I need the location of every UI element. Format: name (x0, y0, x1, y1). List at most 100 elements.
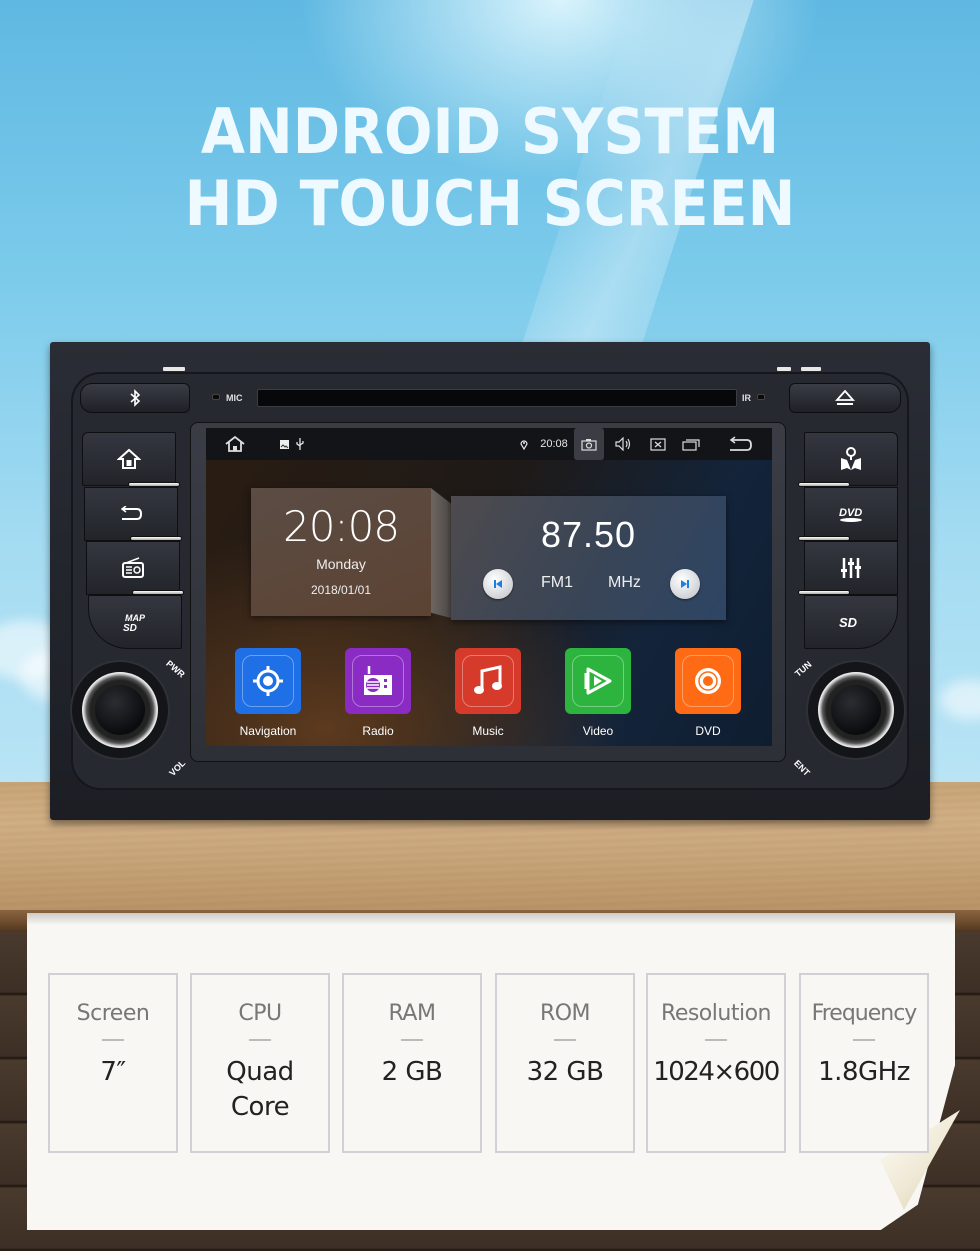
app-label: DVD (695, 724, 721, 738)
led-indicator (801, 367, 821, 371)
eject-icon (835, 390, 855, 405)
map-pin-icon (841, 447, 861, 470)
sd-icon: SD (839, 615, 858, 630)
spec-label: ROM (539, 1001, 591, 1026)
spec-value: 1024×600 (653, 1057, 780, 1087)
svg-text:DVD: DVD (839, 507, 862, 519)
image-icon (279, 439, 289, 449)
clock-widget[interactable]: 20:08 Monday 2018/01/01 (251, 488, 431, 616)
app-radio[interactable]: Radio (338, 648, 418, 738)
back-button[interactable] (84, 487, 178, 541)
touch-screen[interactable]: 20:08 20:08 Monday 2018/01/01 87.50 FM1 … (206, 428, 772, 746)
ir-label: IR (742, 393, 751, 403)
app-music[interactable]: Music (448, 648, 528, 738)
spec-label: Resolution (661, 1001, 771, 1026)
recent-apps-button[interactable] (679, 428, 703, 460)
location-icon (520, 439, 528, 450)
location-indicator (518, 428, 530, 460)
home-button[interactable] (82, 432, 176, 486)
dvd-icon: DVD (839, 507, 862, 522)
status-time: 20:08 (540, 438, 568, 450)
dvd-button[interactable]: DVD (804, 487, 898, 541)
spec-label: Frequency (811, 1001, 918, 1026)
navigation-button[interactable] (804, 432, 898, 486)
spec-label: CPU (238, 1001, 282, 1026)
cloud (940, 680, 980, 720)
led-indicator (777, 367, 791, 371)
close-box-icon (650, 437, 666, 451)
camera-icon (581, 438, 597, 451)
app-label: Music (472, 724, 504, 738)
skip-next-icon (681, 580, 689, 588)
spec-label: Screen (76, 1001, 150, 1026)
spec-card-frequency: Frequency 1.8GHz (799, 973, 929, 1153)
radio-icon (122, 557, 144, 578)
spec-label: RAM (388, 1001, 436, 1026)
clock-day: Monday (316, 556, 366, 572)
headline-line-1: ANDROID SYSTEM (200, 95, 780, 168)
app-video[interactable]: Video (558, 648, 638, 738)
disc-slot[interactable] (257, 389, 737, 407)
app-icon-dvd (675, 648, 741, 714)
recent-apps-icon (682, 438, 700, 451)
led-indicator (163, 367, 185, 371)
seek-previous-button[interactable] (483, 569, 513, 599)
usb-icon (296, 438, 304, 450)
equalizer-icon (841, 558, 861, 578)
back-icon (729, 436, 752, 451)
clock-date: 2018/01/01 (310, 583, 372, 597)
eject-button[interactable] (789, 383, 901, 413)
home-nav-button[interactable] (220, 428, 250, 460)
spec-card-ram: RAM 2 GB (342, 973, 482, 1153)
seek-next-button[interactable] (670, 569, 700, 599)
app-icon-radio (345, 648, 411, 714)
bluetooth-button[interactable] (80, 383, 190, 413)
clock-time: 20:08 (282, 502, 400, 551)
app-label: Video (582, 724, 614, 738)
equalizer-button[interactable] (804, 541, 898, 595)
mic-label: MIC (226, 393, 243, 403)
back-nav-button[interactable] (724, 428, 756, 460)
spec-card-rom: ROM 32 GB (495, 973, 635, 1153)
home-icon (225, 435, 245, 452)
svg-text:MAP: MAP (125, 613, 146, 623)
spec-value: 2 GB (381, 1057, 443, 1087)
radio-button[interactable] (86, 541, 180, 595)
radio-widget[interactable]: 87.50 FM1 MHz (451, 496, 726, 620)
app-label: Navigation (239, 724, 297, 738)
headline-line-2: HD TOUCH SCREEN (184, 167, 796, 240)
power-volume-knob[interactable] (70, 660, 170, 760)
svg-text:SD: SD (839, 615, 858, 630)
spec-value: 7″ (100, 1057, 126, 1087)
usb-notification (294, 428, 306, 460)
volume-button[interactable] (611, 428, 637, 460)
spec-card-resolution: Resolution 1024×600 (646, 973, 786, 1153)
screenshot-button[interactable] (574, 428, 604, 460)
headline: ANDROID SYSTEM HD TOUCH SCREEN (0, 96, 980, 240)
map-sd-icon: MAPSD (123, 613, 146, 633)
tune-enter-knob[interactable] (806, 660, 906, 760)
close-app-button[interactable] (646, 428, 670, 460)
radio-unit: MHz (608, 574, 641, 591)
svg-text:SD: SD (123, 623, 137, 633)
spec-value: Quad Core (226, 1057, 294, 1122)
spec-value: 32 GB (526, 1057, 604, 1087)
app-icon-music (455, 648, 521, 714)
home-icon (117, 448, 141, 469)
app-dvd[interactable]: DVD (668, 648, 748, 738)
bluetooth-icon (130, 389, 141, 407)
radio-band: FM1 (541, 574, 573, 591)
app-navigation[interactable]: Navigation (228, 648, 308, 738)
mic-hole (212, 394, 220, 400)
volume-icon (615, 437, 631, 451)
radio-frequency: 87.50 (540, 514, 637, 555)
app-icon-navigation (235, 648, 301, 714)
app-label: Radio (362, 724, 394, 738)
image-notification (278, 428, 290, 460)
skip-previous-icon (494, 580, 502, 588)
spec-card-cpu: CPU Quad Core (190, 973, 330, 1153)
app-icon-video (565, 648, 631, 714)
status-bar: 20:08 (206, 428, 772, 460)
spec-card-screen: Screen 7″ (48, 973, 178, 1153)
spec-value: 1.8GHz (818, 1057, 910, 1087)
